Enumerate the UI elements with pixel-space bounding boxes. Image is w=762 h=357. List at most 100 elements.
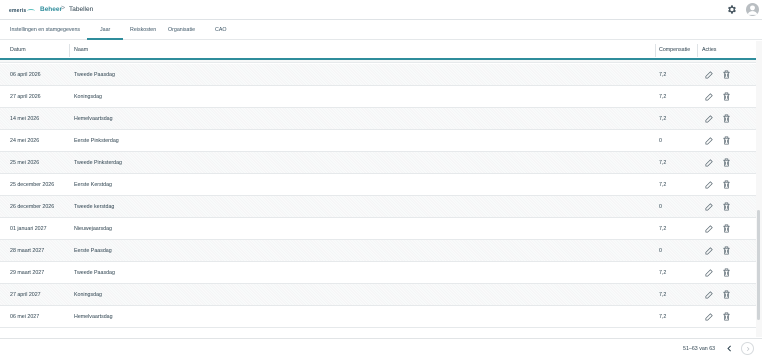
table-header: Datum Naam Compensatie Acties: [0, 41, 756, 60]
table-row: 25 december 2026 Eerste Kerstdag 7,2: [0, 174, 756, 196]
table-row-partial: [0, 60, 756, 63]
delete-icon[interactable]: [721, 69, 732, 80]
cell-compensation: 7,2: [659, 160, 667, 166]
edit-icon[interactable]: [704, 157, 715, 168]
breadcrumb-beheer[interactable]: Beheer: [40, 6, 62, 13]
table-row: 06 mei 2027 Hemelvaartsdag 7,2: [0, 306, 756, 328]
cell-compensation: 7,2: [659, 116, 667, 122]
cell-compensation: 7,2: [659, 270, 667, 276]
table-row: 27 april 2026 Koningsdag 7,2: [0, 86, 756, 108]
delete-icon[interactable]: [721, 223, 732, 234]
tab-instellingen[interactable]: Instellingen en stamgegevens: [10, 27, 80, 33]
cell-compensation: 0: [659, 138, 662, 144]
cell-name: Hemelvaartsdag: [74, 116, 113, 122]
table-row: 25 mei 2026 Tweede Pinksterdag 7,2: [0, 152, 756, 174]
cell-compensation: 7,2: [659, 226, 667, 232]
gear-icon[interactable]: [726, 4, 737, 15]
cell-date: 27 april 2026: [10, 94, 41, 100]
cell-date: 28 maart 2027: [10, 248, 45, 254]
cell-name: Eerste Pinksterdag: [74, 138, 119, 144]
delete-icon[interactable]: [721, 113, 732, 124]
table-row: 27 april 2027 Koningsdag 7,2: [0, 284, 756, 306]
edit-icon[interactable]: [704, 267, 715, 278]
user-icon: [747, 5, 758, 15]
cell-compensation: 7,2: [659, 182, 667, 188]
cell-name: Eerste Kerstdag: [74, 182, 112, 188]
cell-name: Hemelvaartsdag: [74, 314, 113, 320]
cell-date: 14 mei 2026: [10, 116, 40, 122]
cell-compensation: 7,2: [659, 314, 667, 320]
active-tab-indicator: [87, 38, 123, 40]
cell-date: 06 april 2026: [10, 72, 41, 78]
delete-icon[interactable]: [721, 157, 732, 168]
cell-name: Tweede Paasdag: [74, 270, 115, 276]
table-row: 06 april 2026 Tweede Paasdag 7,2: [0, 64, 756, 86]
column-header-actions: Acties: [702, 47, 717, 53]
cell-date: 24 mei 2026: [10, 138, 40, 144]
delete-icon[interactable]: [721, 91, 732, 102]
chevron-left-icon[interactable]: [725, 344, 734, 353]
pagination-bar: 51–63 van 63: [0, 338, 762, 357]
next-page-button[interactable]: [741, 342, 754, 355]
cell-date: 26 december 2026: [10, 204, 55, 210]
avatar[interactable]: [746, 3, 759, 16]
table-row: 28 maart 2027 Eerste Paasdag 0: [0, 240, 756, 262]
cell-name: Nieuwejaarsdag: [74, 226, 112, 232]
chevron-right-icon: [746, 346, 749, 351]
top-bar: emeris Beheer > Tabellen: [0, 0, 762, 20]
app-logo[interactable]: emeris: [9, 6, 36, 15]
edit-icon[interactable]: [704, 113, 715, 124]
cell-date: 25 december 2026: [10, 182, 55, 188]
delete-icon[interactable]: [721, 135, 732, 146]
holidays-table: Datum Naam Compensatie Acties 06 april 2…: [0, 41, 756, 337]
scrollbar-thumb[interactable]: [757, 210, 760, 320]
edit-icon[interactable]: [704, 69, 715, 80]
cell-date: 27 april 2027: [10, 292, 41, 298]
cell-date: 25 mei 2026: [10, 160, 40, 166]
delete-icon[interactable]: [721, 245, 732, 256]
breadcrumb-separator: >: [61, 5, 66, 12]
cell-compensation: 0: [659, 204, 662, 210]
edit-icon[interactable]: [704, 179, 715, 190]
breadcrumb-current: Tabellen: [69, 6, 94, 13]
logo-text: emeris: [9, 7, 27, 14]
delete-icon[interactable]: [721, 179, 732, 190]
delete-icon[interactable]: [721, 267, 732, 278]
edit-icon[interactable]: [704, 91, 715, 102]
edit-icon[interactable]: [704, 289, 715, 300]
cell-date: 01 januari 2027: [10, 226, 47, 232]
cell-compensation: 0: [659, 248, 662, 254]
table-row: 14 mei 2026 Hemelvaartsdag 7,2: [0, 108, 756, 130]
table-row: 29 maart 2027 Tweede Paasdag 7,2: [0, 262, 756, 284]
cell-compensation: 7,2: [659, 94, 667, 100]
edit-icon[interactable]: [704, 311, 715, 322]
column-header-name[interactable]: Naam: [74, 47, 88, 53]
cell-compensation: 7,2: [659, 72, 667, 78]
pagination-range: 51–63 van 63: [683, 346, 716, 352]
table-row: 26 december 2026 Tweede kerstdag 0: [0, 196, 756, 218]
table-row: 01 januari 2027 Nieuwejaarsdag 7,2: [0, 218, 756, 240]
tab-bar: Instellingen en stamgegevens Jaar Reisko…: [0, 21, 762, 40]
edit-icon[interactable]: [704, 245, 715, 256]
cell-date: 06 mei 2027: [10, 314, 40, 320]
column-header-compensation[interactable]: Compensatie: [659, 47, 690, 53]
delete-icon[interactable]: [721, 201, 732, 212]
edit-icon[interactable]: [704, 135, 715, 146]
table-row: 24 mei 2026 Eerste Pinksterdag 0: [0, 130, 756, 152]
cell-name: Eerste Paasdag: [74, 248, 112, 254]
tab-reiskosten[interactable]: Reiskosten: [130, 27, 156, 33]
tab-organisatie[interactable]: Organisatie: [168, 27, 195, 33]
tab-cao[interactable]: CAO: [215, 27, 226, 33]
cell-compensation: 7,2: [659, 292, 667, 298]
edit-icon[interactable]: [704, 201, 715, 212]
edit-icon[interactable]: [704, 223, 715, 234]
delete-icon[interactable]: [721, 311, 732, 322]
cell-name: Koningsdag: [74, 94, 102, 100]
column-header-date[interactable]: Datum: [10, 47, 26, 53]
cell-date: 29 maart 2027: [10, 270, 45, 276]
cell-name: Tweede kerstdag: [74, 204, 115, 210]
cell-name: Koningsdag: [74, 292, 102, 298]
tab-jaar[interactable]: Jaar: [100, 27, 110, 33]
cell-name: Tweede Pinksterdag: [74, 160, 122, 166]
delete-icon[interactable]: [721, 289, 732, 300]
